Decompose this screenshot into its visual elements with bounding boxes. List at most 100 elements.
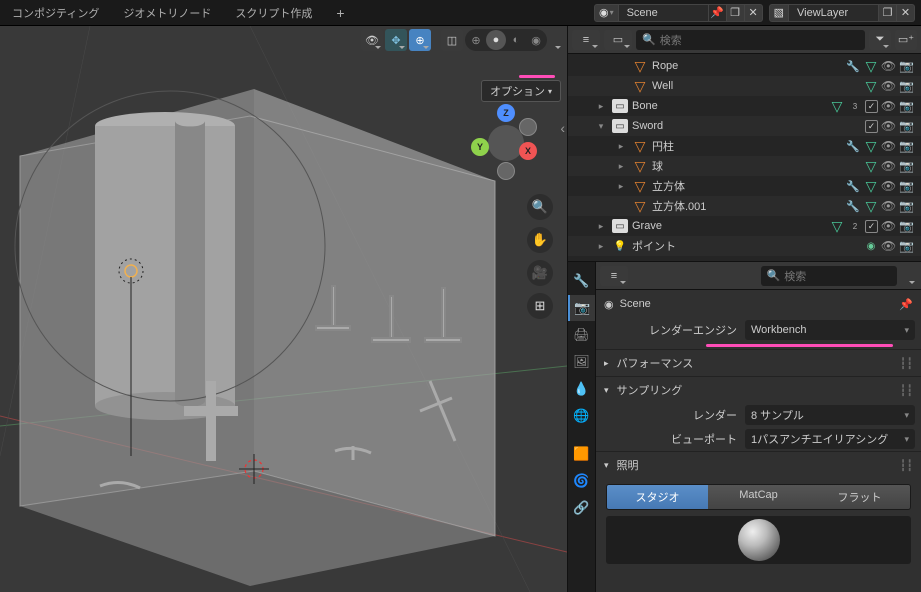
item-label[interactable]: Well	[650, 80, 861, 92]
render-samples-dropdown[interactable]: 8 サンプル	[745, 405, 915, 425]
render-toggle[interactable]: 📷	[899, 239, 914, 254]
tab-render[interactable]: 📷	[568, 295, 595, 321]
item-label[interactable]: 円柱	[650, 138, 843, 154]
expand-icon[interactable]: ▸	[592, 221, 610, 232]
outliner-row[interactable]: ▸▭Grave▽2✓👁📷	[568, 216, 921, 236]
collapse-chevron-icon[interactable]: ‹	[560, 120, 565, 136]
tab-world[interactable]: 🌐	[568, 403, 595, 429]
lighting-tab-studio[interactable]: スタジオ	[607, 485, 708, 509]
section-sampling[interactable]: サンプリング┇┇	[596, 377, 921, 403]
viewport-samples-dropdown[interactable]: 1パスアンチエイリアシング	[745, 429, 915, 449]
outliner-row[interactable]: ▸▽円柱🔧▽👁📷	[568, 136, 921, 156]
camera-view-icon[interactable]: 🎥	[527, 260, 553, 286]
workspace-tab-geometry-nodes[interactable]: ジオメトリノード	[111, 0, 223, 25]
delete-scene-icon[interactable]: ✕	[745, 4, 763, 22]
expand-icon[interactable]: ▸	[612, 181, 630, 192]
axis-y[interactable]: Y	[471, 138, 489, 156]
new-viewlayer-icon[interactable]: ❐	[879, 4, 897, 22]
axis-x[interactable]: X	[519, 142, 537, 160]
render-toggle[interactable]: 📷	[899, 59, 914, 74]
outliner-row[interactable]: ▸▽球▽👁📷	[568, 156, 921, 176]
exclude-checkbox[interactable]: ✓	[865, 220, 878, 233]
outliner-new-collection[interactable]: ▭⁺	[895, 30, 917, 50]
outliner-row[interactable]: ▾▭Sword✓👁📷	[568, 116, 921, 136]
scene-selector[interactable]: ◉▾ Scene 📌 ❐ ✕	[594, 3, 763, 23]
visibility-toggle[interactable]: 👁	[881, 219, 896, 234]
visibility-toggle[interactable]: 👁	[881, 159, 896, 174]
render-toggle[interactable]: 📷	[899, 219, 914, 234]
visibility-toggle[interactable]: 👁	[881, 139, 896, 154]
visibility-toggle[interactable]: 👁	[881, 99, 896, 114]
item-label[interactable]: ポイント	[630, 238, 861, 254]
render-toggle[interactable]: 📷	[899, 99, 914, 114]
tab-viewlayer[interactable]: 🖼	[568, 349, 595, 375]
tab-output[interactable]: 🖨	[568, 322, 595, 348]
properties-search[interactable]: 🔍 検索	[761, 266, 898, 286]
item-label[interactable]: 立方体.001	[650, 198, 843, 214]
axis-z[interactable]: Z	[497, 104, 515, 122]
overlay-toggle[interactable]: ⊕	[409, 29, 431, 51]
expand-icon[interactable]: ▸	[592, 241, 610, 252]
workspace-tab-scripting[interactable]: スクリプト作成	[223, 0, 324, 25]
exclude-checkbox[interactable]: ✓	[865, 100, 878, 113]
section-lighting[interactable]: 照明┇┇	[596, 452, 921, 478]
viewlayer-selector[interactable]: ▧ ViewLayer ❐ ✕	[769, 3, 915, 23]
options-dropdown[interactable]: オプション▾	[481, 80, 561, 102]
section-performance[interactable]: パフォーマンス┇┇	[596, 350, 921, 376]
render-toggle[interactable]: 📷	[899, 159, 914, 174]
item-label[interactable]: 球	[650, 158, 861, 174]
visibility-toggle[interactable]: 👁	[881, 79, 896, 94]
tab-physics[interactable]: 🌀	[568, 468, 595, 494]
outliner-row[interactable]: ▸▭Bone▽3✓👁📷	[568, 96, 921, 116]
outliner-row[interactable]: ▽Well▽👁📷	[568, 76, 921, 96]
visibility-toggle[interactable]: 👁	[881, 239, 896, 254]
outliner-search[interactable]: 🔍 検索	[636, 30, 865, 50]
properties-sync[interactable]	[901, 266, 917, 286]
item-label[interactable]: 立方体	[650, 178, 843, 194]
pin-icon[interactable]: 📌	[709, 4, 727, 22]
render-toggle[interactable]: 📷	[899, 139, 914, 154]
pin-icon[interactable]: 📌	[899, 298, 913, 311]
expand-icon[interactable]: ▸	[612, 141, 630, 152]
shading-options-dropdown[interactable]	[549, 29, 563, 51]
lighting-tab-flat[interactable]: フラット	[809, 485, 910, 509]
render-toggle[interactable]: 📷	[899, 79, 914, 94]
expand-icon[interactable]: ▸	[592, 101, 610, 112]
visibility-toggle[interactable]: 👁	[881, 199, 896, 214]
breadcrumb-scene[interactable]: Scene	[620, 298, 651, 310]
delete-viewlayer-icon[interactable]: ✕	[897, 4, 915, 22]
item-label[interactable]: Rope	[650, 60, 843, 72]
item-label[interactable]: Sword	[630, 120, 863, 132]
outliner-tree[interactable]: ▽Rope🔧▽👁📷▽Well▽👁📷▸▭Bone▽3✓👁📷▾▭Sword✓👁📷▸▽…	[568, 54, 921, 261]
zoom-icon[interactable]: 🔍	[527, 194, 553, 220]
item-label[interactable]: Grave	[630, 220, 827, 232]
outliner-view-menu[interactable]: ▭	[604, 30, 632, 50]
axis-neg-y[interactable]	[519, 118, 537, 136]
render-engine-dropdown[interactable]: Workbench	[745, 320, 915, 340]
visibility-toggle[interactable]: 👁	[881, 59, 896, 74]
expand-icon[interactable]: ▾	[592, 121, 610, 132]
exclude-checkbox[interactable]: ✓	[865, 120, 878, 133]
tab-object[interactable]: 🟧	[568, 441, 595, 467]
outliner-row[interactable]: ▽Rope🔧▽👁📷	[568, 56, 921, 76]
item-label[interactable]: Bone	[630, 100, 827, 112]
render-toggle[interactable]: 📷	[899, 119, 914, 134]
render-toggle[interactable]: 📷	[899, 199, 914, 214]
workspace-tab-compositing[interactable]: コンポジティング	[0, 0, 111, 25]
visibility-dropdown[interactable]: 👁	[361, 29, 383, 51]
expand-icon[interactable]: ▸	[612, 161, 630, 172]
outliner-row[interactable]: ▽立方体.001🔧▽👁📷	[568, 196, 921, 216]
tab-tool[interactable]: 🔧	[568, 268, 595, 294]
shading-mode-selector[interactable]: ⊕ ● ◐ ◉	[465, 29, 547, 51]
tab-constraints[interactable]: 🔗	[568, 495, 595, 521]
new-scene-icon[interactable]: ❐	[727, 4, 745, 22]
xray-toggle[interactable]: ◫	[441, 29, 463, 51]
outliner-row[interactable]: ▸▽立方体🔧▽👁📷	[568, 176, 921, 196]
shading-wireframe[interactable]: ⊕	[466, 30, 486, 50]
lighting-mode-tabs[interactable]: スタジオ MatCap フラット	[606, 484, 911, 510]
shading-material[interactable]: ◐	[506, 30, 526, 50]
add-workspace-button[interactable]: +	[324, 0, 356, 25]
gizmo-toggle[interactable]: ✥	[385, 29, 407, 51]
axis-neg-z[interactable]	[497, 162, 515, 180]
shading-rendered[interactable]: ◉	[526, 30, 546, 50]
